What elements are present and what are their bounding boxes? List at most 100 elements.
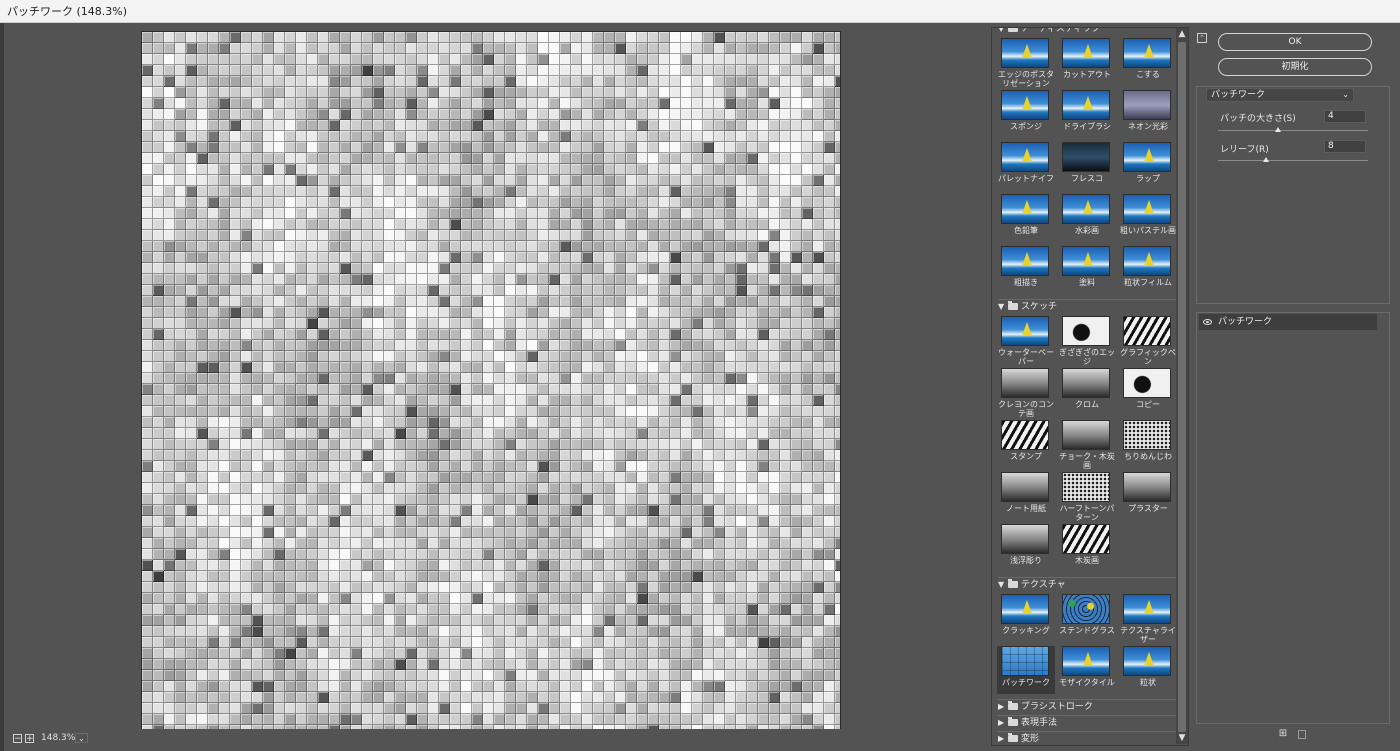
zoom-out-icon: − (14, 734, 22, 744)
filter-preview-image (1062, 38, 1110, 68)
chevron-up-icon: ⌃ (1199, 34, 1205, 42)
add-layer-icon: ⊞ (1278, 728, 1288, 739)
filter-thumbnail[interactable]: 塗料 (1058, 246, 1116, 294)
filter-thumbnail[interactable]: ちりめんじわ (1119, 420, 1177, 468)
preview-canvas[interactable] (141, 31, 841, 730)
filter-thumbnail[interactable]: クロム (1058, 368, 1116, 416)
filter-thumbnail[interactable]: フレスコ (1058, 142, 1116, 190)
filter-thumbnail[interactable]: 粗描き (997, 246, 1055, 294)
filter-thumbnail[interactable]: 色鉛筆 (997, 194, 1055, 242)
effect-layer-row[interactable]: パッチワーク (1199, 314, 1377, 330)
filter-thumbnail[interactable]: パッチワーク (997, 646, 1055, 694)
gallery-scrollbar[interactable]: ▲ ▼ (1176, 28, 1188, 744)
zoom-level: 148.3% (41, 733, 76, 743)
filter-label: チョーク・木炭画 (1059, 452, 1115, 470)
filter-label: ドライブラシ (1063, 122, 1111, 131)
filter-thumbnail[interactable]: ドライブラシ (1058, 90, 1116, 138)
relief-input[interactable]: 8 (1324, 140, 1366, 153)
filter-thumbnail[interactable]: 木炭画 (1058, 524, 1116, 572)
effect-layer-name: パッチワーク (1218, 317, 1273, 327)
filter-select[interactable]: パッチワーク ⌄ (1206, 88, 1354, 102)
filter-preview-image (1123, 194, 1171, 224)
relief-slider[interactable] (1218, 160, 1368, 161)
window-title-bar: パッチワーク (148.3%) (0, 0, 1400, 23)
filter-label: 粒状フィルム (1124, 278, 1172, 287)
filter-thumbnail[interactable]: クレヨンのコンテ画 (997, 368, 1055, 418)
reset-button[interactable]: 初期化 (1218, 58, 1372, 76)
scroll-up-icon[interactable]: ▲ (1176, 28, 1188, 40)
filter-thumbnail[interactable]: スポンジ (997, 90, 1055, 138)
category-label: 表現手法 (1021, 718, 1058, 728)
folder-icon (1008, 701, 1018, 710)
filter-preview-image (1001, 420, 1049, 450)
patch-size-input[interactable]: 4 (1324, 110, 1366, 123)
filter-thumbnail[interactable]: パレットナイフ (997, 142, 1055, 190)
filter-thumbnail[interactable]: こする (1119, 38, 1177, 86)
scroll-down-icon[interactable]: ▼ (1176, 732, 1188, 744)
filter-thumbnail[interactable]: 粒状 (1119, 646, 1177, 694)
category-header[interactable]: ▼ スケッチ (998, 300, 1180, 314)
filter-thumbnail[interactable]: ぎざぎざのエッジ (1058, 316, 1116, 366)
category-header[interactable]: ▶ ブラシストローク (998, 700, 1180, 714)
category-header[interactable]: ▶ 表現手法 (998, 716, 1180, 730)
filter-thumbnail[interactable]: エッジのポスタリゼーション (997, 38, 1055, 88)
filter-label: ラップ (1136, 174, 1160, 183)
new-effect-layer-button[interactable]: ⊞ (1278, 729, 1288, 739)
chevron-down-icon: ⌄ (1342, 90, 1349, 99)
filter-thumbnail[interactable]: スタンプ (997, 420, 1055, 468)
filter-thumbnail[interactable]: コピー (1119, 368, 1177, 416)
filter-thumbnail[interactable]: モザイクタイル (1058, 646, 1116, 694)
ok-button[interactable]: OK (1218, 33, 1372, 51)
filter-thumbnail[interactable]: チョーク・木炭画 (1058, 420, 1116, 470)
filter-preview-image (1062, 368, 1110, 398)
filter-thumbnail[interactable]: ラップ (1119, 142, 1177, 190)
zoom-in-button[interactable]: + (25, 734, 34, 744)
patch-size-slider-handle[interactable] (1275, 127, 1281, 132)
filter-gallery: ▼ アーティスティックエッジのポスタリゼーション カットアウト こするスポンジ ドライブ… (991, 27, 1189, 746)
category-label: スケッチ (1021, 302, 1058, 312)
filter-thumbnail[interactable]: ウォーターペーパー (997, 316, 1055, 366)
filter-preview-image (1123, 38, 1171, 68)
filter-preview-image (1001, 142, 1049, 172)
category-header[interactable]: ▼ テクスチャ (998, 578, 1180, 592)
chevron-down-icon: ⌄ (78, 734, 85, 743)
patchwork-preview-image (142, 32, 840, 729)
filter-label: スタンプ (1010, 452, 1042, 461)
filter-label: クラッキング (1002, 626, 1050, 635)
filter-thumbnail[interactable]: グラフィックペン (1119, 316, 1177, 366)
filter-preview-image (1123, 316, 1171, 346)
zoom-out-button[interactable]: − (13, 734, 22, 744)
triangle-down-icon: ▼ (998, 302, 1005, 311)
zoom-menu-button[interactable]: ⌄ (75, 733, 88, 743)
filter-thumbnail[interactable]: ノート用紙 (997, 472, 1055, 520)
filter-thumbnail[interactable]: ネオン光彩 (1119, 90, 1177, 138)
filter-thumbnail[interactable]: プラスター (1119, 472, 1177, 520)
filter-label: クロム (1075, 400, 1099, 409)
filter-select-value: パッチワーク (1211, 90, 1266, 100)
category-header[interactable]: ▶ 変形 (998, 732, 1180, 745)
scrollbar-thumb[interactable] (1178, 42, 1186, 732)
collapse-gallery-button[interactable]: ⌃ (1197, 33, 1207, 43)
patch-size-slider[interactable] (1218, 130, 1368, 131)
triangle-down-icon: ▼ (998, 27, 1005, 33)
category-header[interactable]: ▼ アーティスティック (998, 27, 1180, 36)
filter-thumbnail[interactable]: 粒状フィルム (1119, 246, 1177, 294)
filter-preview-image (1123, 90, 1171, 120)
filter-preview-image (1123, 472, 1171, 502)
filter-thumbnail[interactable]: 粗いパステル画 (1119, 194, 1177, 242)
filter-thumbnail[interactable]: 浅浮彫り (997, 524, 1055, 572)
eye-icon[interactable] (1203, 319, 1212, 325)
filter-thumbnail[interactable]: 水彩画 (1058, 194, 1116, 242)
filter-preview-image (1001, 524, 1049, 554)
filter-preview-image (1123, 646, 1171, 676)
filter-label: 塗料 (1079, 278, 1095, 287)
filter-label: ネオン光彩 (1128, 122, 1168, 131)
filter-thumbnail[interactable]: クラッキング (997, 594, 1055, 642)
filter-thumbnail[interactable]: ハーフトーンパターン (1058, 472, 1116, 522)
filter-preview-image (1123, 246, 1171, 276)
trash-icon[interactable] (1298, 730, 1306, 739)
filter-thumbnail[interactable]: ステンドグラス (1058, 594, 1116, 642)
relief-slider-handle[interactable] (1263, 157, 1269, 162)
filter-thumbnail[interactable]: カットアウト (1058, 38, 1116, 86)
filter-thumbnail[interactable]: テクスチャライザー (1119, 594, 1177, 644)
